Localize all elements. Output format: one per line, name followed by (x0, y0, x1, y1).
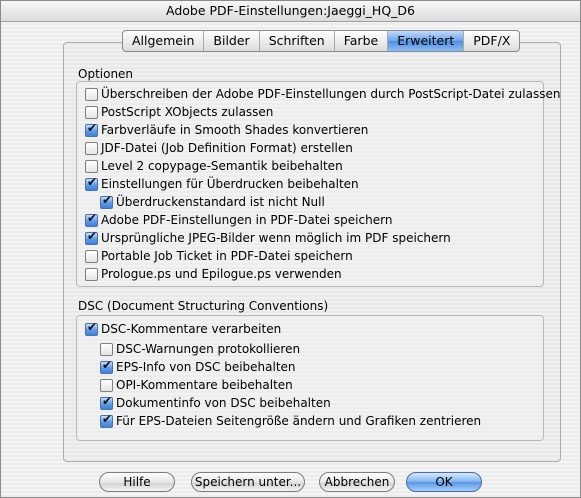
checkbox-label: PostScript XObjects zulassen (101, 105, 274, 119)
checkbox-box[interactable] (85, 249, 98, 263)
help-button[interactable]: Hilfe (99, 472, 175, 492)
checkbox-label: Farbverläufe in Smooth Shades konvertier… (101, 123, 369, 137)
checkbox-postscript-xobjects[interactable]: PostScript XObjects zulassen (85, 104, 273, 120)
dialog-window: Adobe PDF-Einstellungen:Jaeggi_HQ_D6 All… (0, 0, 581, 498)
checkbox-label: Ursprüngliche JPEG-Bilder wenn möglich i… (101, 231, 451, 245)
checkbox-preserve-eps-info[interactable]: EPS-Info von DSC beibehalten (100, 358, 296, 375)
save-as-button[interactable]: Speichern unter... (191, 472, 305, 492)
ok-button[interactable]: OK (406, 472, 482, 492)
checkbox-label: EPS-Info von DSC beibehalten (116, 360, 296, 374)
tab-pdfx[interactable]: PDF/X (464, 31, 519, 51)
tab-allgemein[interactable]: Allgemein (123, 31, 205, 51)
checkbox-box[interactable] (100, 378, 113, 392)
checkbox-label: Überdruckenstandard ist nicht Null (116, 195, 325, 209)
checkbox-box[interactable] (85, 267, 98, 281)
tab-erweitert[interactable]: Erweitert (388, 31, 465, 51)
window-title: Adobe PDF-Einstellungen:Jaeggi_HQ_D6 (1, 1, 580, 22)
checkbox-box[interactable] (100, 193, 113, 209)
checkbox-label: Portable Job Ticket in PDF-Datei speiche… (101, 249, 353, 263)
checkbox-box[interactable] (85, 320, 98, 336)
checkbox-label: Level 2 copypage-Semantik beibehalten (101, 159, 343, 173)
checkbox-box[interactable] (85, 121, 98, 137)
checkbox-label: Prologue.ps und Epilogue.ps verwenden (101, 267, 342, 281)
checkbox-label: Dokumentinfo von DSC beibehalten (116, 396, 331, 410)
checkbox-log-dsc-warnings[interactable]: DSC-Warnungen protokollieren (100, 341, 300, 357)
checkbox-box[interactable] (100, 342, 113, 356)
checkbox-process-dsc[interactable]: DSC-Kommentare verarbeiten (85, 320, 282, 337)
dsc-section-label: DSC (Document Structuring Conventions) (78, 299, 329, 313)
checkbox-portable-job-ticket[interactable]: Portable Job Ticket in PDF-Datei speiche… (85, 248, 353, 264)
tab-bar: Allgemein Bilder Schriften Farbe Erweite… (122, 30, 521, 52)
checkbox-smooth-shades[interactable]: Farbverläufe in Smooth Shades konvertier… (85, 121, 369, 138)
checkbox-preserve-docinfo[interactable]: Dokumentinfo von DSC beibehalten (100, 394, 331, 411)
checkbox-box[interactable] (100, 394, 113, 410)
checkbox-prologue-epilogue[interactable]: Prologue.ps und Epilogue.ps verwenden (85, 266, 342, 282)
checkbox-level2-copypage[interactable]: Level 2 copypage-Semantik beibehalten (85, 158, 343, 174)
cancel-button[interactable]: Abbrechen (319, 472, 395, 492)
checkbox-save-settings-in-pdf[interactable]: Adobe PDF-Einstellungen in PDF-Datei spe… (85, 211, 393, 228)
checkbox-resize-eps-center[interactable]: Für EPS-Dateien Seitengröße ändern und G… (100, 412, 482, 429)
checkbox-box[interactable] (85, 87, 98, 101)
checkbox-override-settings[interactable]: Überschreiben der Adobe PDF-Einstellunge… (85, 86, 560, 102)
checkbox-box[interactable] (85, 175, 98, 191)
checkbox-label: JDF-Datei (Job Definition Format) erstel… (101, 141, 353, 155)
checkbox-box[interactable] (100, 358, 113, 374)
tab-bilder[interactable]: Bilder (204, 31, 260, 51)
checkbox-original-jpeg[interactable]: Ursprüngliche JPEG-Bilder wenn möglich i… (85, 229, 451, 246)
checkbox-overprint-settings[interactable]: Einstellungen für Überdrucken beibehalte… (85, 175, 359, 192)
checkbox-label: OPI-Kommentare beibehalten (116, 378, 293, 392)
options-section-label: Optionen (78, 67, 134, 81)
checkbox-label: DSC-Kommentare verarbeiten (101, 322, 282, 336)
checkbox-label: Für EPS-Dateien Seitengröße ändern und G… (116, 414, 482, 428)
tab-farbe[interactable]: Farbe (335, 31, 389, 51)
checkbox-label: Adobe PDF-Einstellungen in PDF-Datei spe… (101, 213, 393, 227)
tab-schriften[interactable]: Schriften (260, 31, 335, 51)
checkbox-overprint-default[interactable]: Überdruckenstandard ist nicht Null (100, 193, 325, 210)
checkbox-box[interactable] (100, 412, 113, 428)
checkbox-box[interactable] (85, 105, 98, 119)
checkbox-jdf-file[interactable]: JDF-Datei (Job Definition Format) erstel… (85, 140, 353, 156)
checkbox-label: Einstellungen für Überdrucken beibehalte… (101, 177, 359, 191)
checkbox-box[interactable] (85, 229, 98, 245)
checkbox-label: Überschreiben der Adobe PDF-Einstellunge… (101, 87, 561, 101)
checkbox-box[interactable] (85, 211, 98, 227)
checkbox-label: DSC-Warnungen protokollieren (116, 342, 301, 356)
checkbox-box[interactable] (85, 159, 98, 173)
checkbox-box[interactable] (85, 141, 98, 155)
checkbox-preserve-opi[interactable]: OPI-Kommentare beibehalten (100, 377, 293, 393)
